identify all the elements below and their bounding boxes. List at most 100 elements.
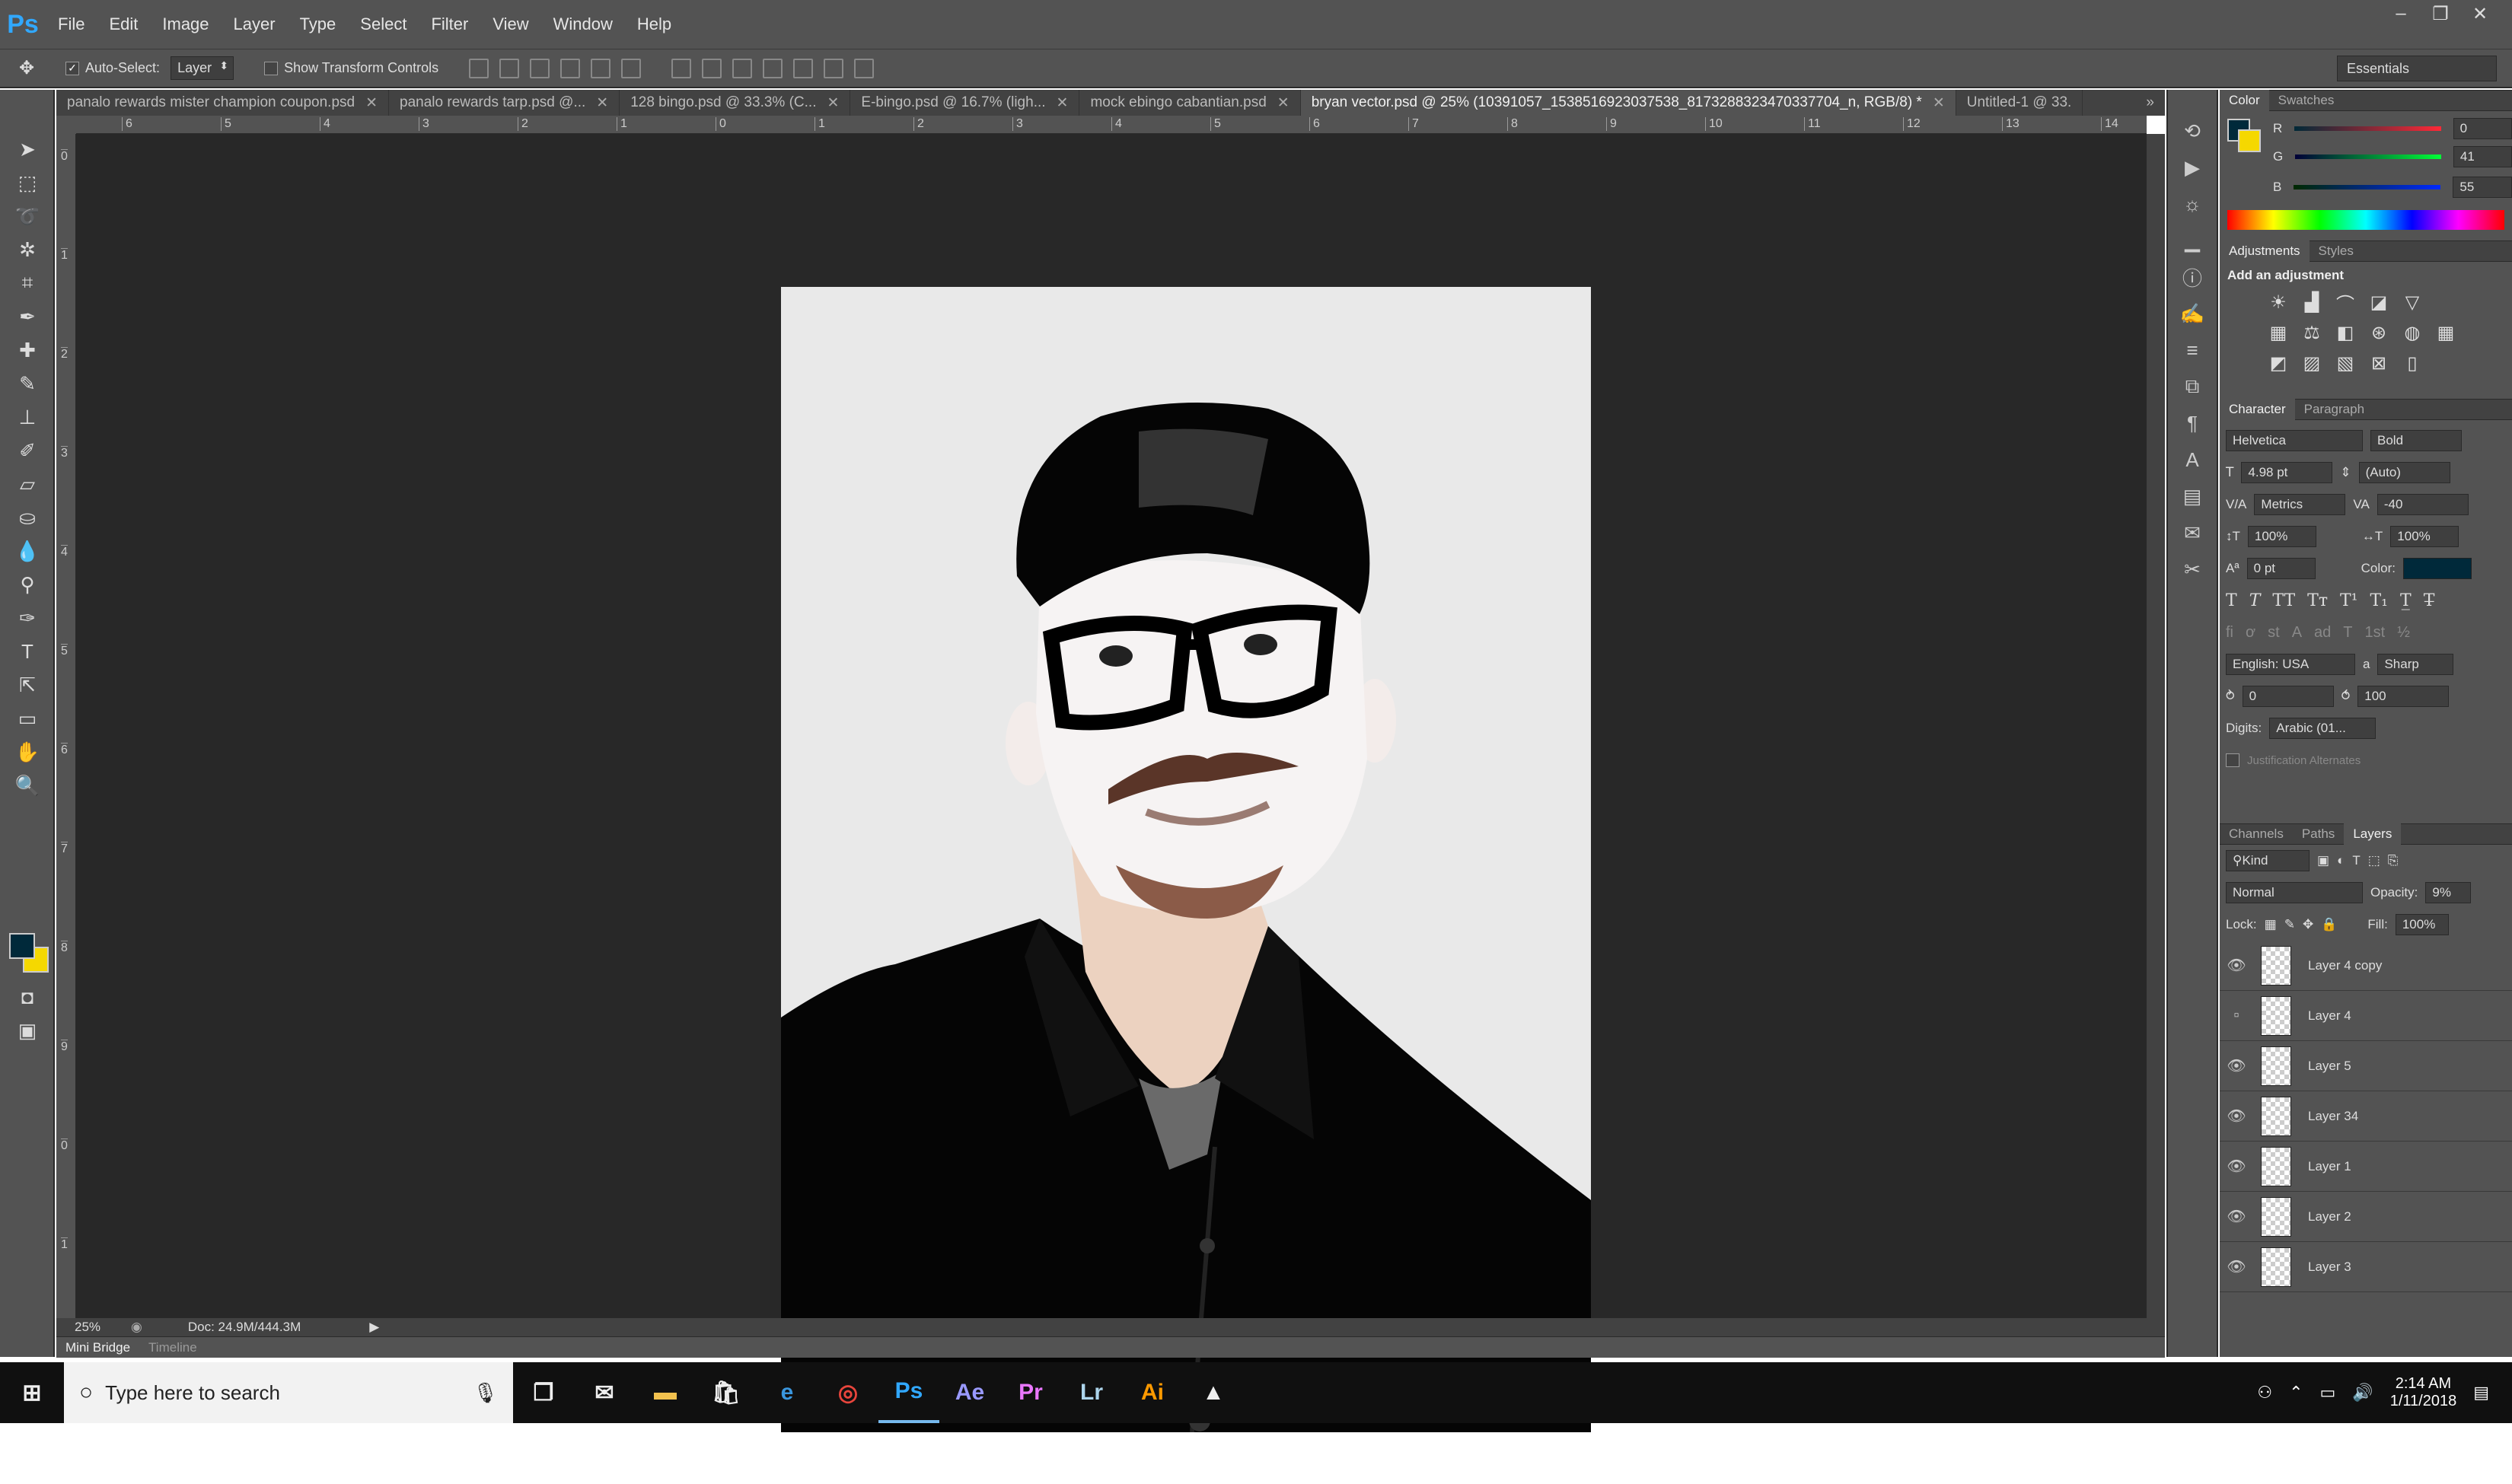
- photoshop-app[interactable]: Ps: [878, 1362, 939, 1423]
- selective-color-icon[interactable]: ⊠: [2366, 350, 2392, 376]
- blur-tool-icon[interactable]: 💧: [0, 534, 55, 568]
- tab-close-icon[interactable]: ✕: [1057, 94, 1069, 112]
- history-icon[interactable]: ⟲: [2168, 113, 2217, 149]
- tab-layers[interactable]: Layers: [2344, 823, 2402, 845]
- hand-tool-icon[interactable]: ✋: [0, 735, 55, 769]
- layer-name[interactable]: Layer 1: [2308, 1159, 2351, 1174]
- visibility-eye-icon[interactable]: 👁: [2220, 1056, 2253, 1075]
- zoom-level[interactable]: 25%: [75, 1320, 100, 1335]
- swash-button[interactable]: st: [2268, 624, 2280, 642]
- tab-styles[interactable]: Styles: [2310, 244, 2363, 259]
- green-slider[interactable]: [2295, 154, 2441, 159]
- curves-icon[interactable]: ⌒: [2332, 289, 2358, 315]
- photo-filter-icon[interactable]: ⊛: [2366, 320, 2392, 346]
- tab-close-icon[interactable]: ✕: [365, 94, 378, 112]
- vertical-scrollbar[interactable]: [2147, 134, 2165, 1318]
- subscript-button[interactable]: T₁: [2370, 591, 2389, 610]
- menu-type[interactable]: Type: [288, 14, 349, 34]
- edge-icon[interactable]: e: [757, 1362, 818, 1423]
- ligature-button[interactable]: fi: [2226, 624, 2233, 642]
- gradient-map-icon[interactable]: ▯: [2399, 350, 2425, 376]
- menu-layer[interactable]: Layer: [222, 14, 288, 34]
- tab-channels[interactable]: Channels: [2220, 826, 2293, 842]
- photos-icon[interactable]: ▲: [1183, 1362, 1244, 1423]
- kerning-field[interactable]: Metrics: [2254, 494, 2346, 515]
- align-left-icon[interactable]: [560, 58, 581, 78]
- lock-transparent-icon[interactable]: ▦: [2265, 917, 2277, 932]
- minimize-button[interactable]: –: [2384, 0, 2418, 27]
- layer-name[interactable]: Layer 4 copy: [2308, 958, 2382, 973]
- taskbar-search[interactable]: ○ Type here to search 🎙: [64, 1362, 513, 1423]
- character-styles-icon[interactable]: A: [2168, 441, 2217, 478]
- channel-mixer-icon[interactable]: ◍: [2399, 320, 2425, 346]
- blue-value[interactable]: 55: [2453, 177, 2512, 198]
- filter-type-icon[interactable]: T: [2352, 853, 2360, 868]
- rectangle-tool-icon[interactable]: ▭: [0, 702, 55, 735]
- align-vcenter-icon[interactable]: [499, 58, 520, 78]
- layer-row[interactable]: 👁 Layer 2: [2220, 1192, 2512, 1242]
- color-bg-swatch[interactable]: [2238, 129, 2261, 152]
- underline-button[interactable]: T̲: [2400, 591, 2412, 610]
- document-tab[interactable]: E-bingo.psd @ 16.7% (ligh... ✕: [850, 90, 1080, 116]
- layer-filter-kind[interactable]: ⚲ Kind: [2226, 850, 2310, 871]
- layer-row[interactable]: 👁 Layer 5: [2220, 1041, 2512, 1091]
- document-tab[interactable]: 128 bingo.psd @ 33.3% (C... ✕: [620, 90, 851, 116]
- dodge-tool-icon[interactable]: ⚲: [0, 568, 55, 601]
- premiere-app[interactable]: Pr: [1000, 1362, 1061, 1423]
- lock-all-icon[interactable]: 🔒: [2321, 917, 2337, 932]
- actions-icon[interactable]: ▶: [2168, 149, 2217, 186]
- status-menu-arrow-icon[interactable]: ▶: [369, 1320, 379, 1335]
- fill-field[interactable]: 100%: [2395, 914, 2449, 935]
- clone-stamp-tool-icon[interactable]: ⊥: [0, 400, 55, 434]
- move-tool-icon[interactable]: ➤: [0, 132, 55, 166]
- move-tool-preset-icon[interactable]: ✥: [0, 53, 53, 84]
- brightness-icon[interactable]: ☀: [2265, 289, 2291, 315]
- tab-swatches[interactable]: Swatches: [2269, 93, 2344, 108]
- auto-align-icon[interactable]: [854, 58, 875, 78]
- align-top-icon[interactable]: [469, 58, 489, 78]
- red-slider[interactable]: [2294, 126, 2441, 131]
- layer-row[interactable]: ▫ Layer 4: [2220, 991, 2512, 1041]
- clone-source-icon[interactable]: ⧉: [2168, 368, 2217, 405]
- chrome-icon[interactable]: ◎: [818, 1362, 878, 1423]
- tab-close-icon[interactable]: ✕: [1277, 94, 1289, 112]
- layer-row[interactable]: 👁 Layer 4 copy: [2220, 941, 2512, 991]
- menu-view[interactable]: View: [480, 14, 540, 34]
- tab-paragraph[interactable]: Paragraph: [2295, 402, 2373, 417]
- document-tab[interactable]: panalo rewards tarp.psd @... ✕: [389, 90, 620, 116]
- indent-field[interactable]: 0: [2242, 686, 2334, 707]
- font-style-select[interactable]: Bold: [2370, 430, 2462, 451]
- align-hcenter-icon[interactable]: [591, 58, 611, 78]
- color-lookup-icon[interactable]: ▦: [2433, 320, 2459, 346]
- titling-button[interactable]: ad: [2314, 624, 2331, 642]
- levels-icon[interactable]: ▟: [2299, 289, 2325, 315]
- auto-select-dropdown[interactable]: Layer: [171, 56, 234, 80]
- align-right-icon[interactable]: [621, 58, 642, 78]
- document-tab[interactable]: panalo rewards mister champion coupon.ps…: [56, 90, 390, 116]
- threshold-icon[interactable]: ▧: [2332, 350, 2358, 376]
- superscript-button[interactable]: T¹: [2340, 591, 2358, 610]
- black-white-icon[interactable]: ◧: [2332, 320, 2358, 346]
- clock[interactable]: 2:14 AM 1/11/2018: [2390, 1375, 2457, 1410]
- tab-close-icon[interactable]: ✕: [1933, 94, 1945, 112]
- opacity-field[interactable]: 9%: [2425, 882, 2472, 903]
- filter-pixel-icon[interactable]: ▣: [2317, 853, 2329, 868]
- file-explorer-icon[interactable]: ▬: [635, 1362, 696, 1423]
- document-tab[interactable]: Untitled-1 @ 33.: [1956, 90, 2083, 116]
- hue-saturation-icon[interactable]: ▦: [2265, 320, 2291, 346]
- action-center-icon[interactable]: ▤: [2473, 1383, 2489, 1403]
- posterize-icon[interactable]: ▨: [2299, 350, 2325, 376]
- layer-row[interactable]: 👁 Layer 3: [2220, 1242, 2512, 1292]
- stylistic-button[interactable]: A: [2292, 624, 2302, 642]
- ornaments-button[interactable]: T: [2343, 624, 2352, 642]
- foreground-color-swatch[interactable]: [9, 933, 35, 959]
- document-canvas[interactable]: [781, 287, 1591, 1432]
- anti-alias-select[interactable]: Sharp: [2377, 654, 2454, 675]
- ordinals-button[interactable]: 1st: [2365, 624, 2386, 642]
- menu-window[interactable]: Window: [541, 14, 625, 34]
- mail-icon[interactable]: ✉: [574, 1362, 635, 1423]
- lock-position-icon[interactable]: ✥: [2303, 917, 2313, 932]
- language-select[interactable]: English: USA: [2226, 654, 2355, 675]
- tray-chevron-icon[interactable]: ⌃: [2289, 1383, 2303, 1403]
- baseline-shift-field[interactable]: 0 pt: [2246, 558, 2316, 579]
